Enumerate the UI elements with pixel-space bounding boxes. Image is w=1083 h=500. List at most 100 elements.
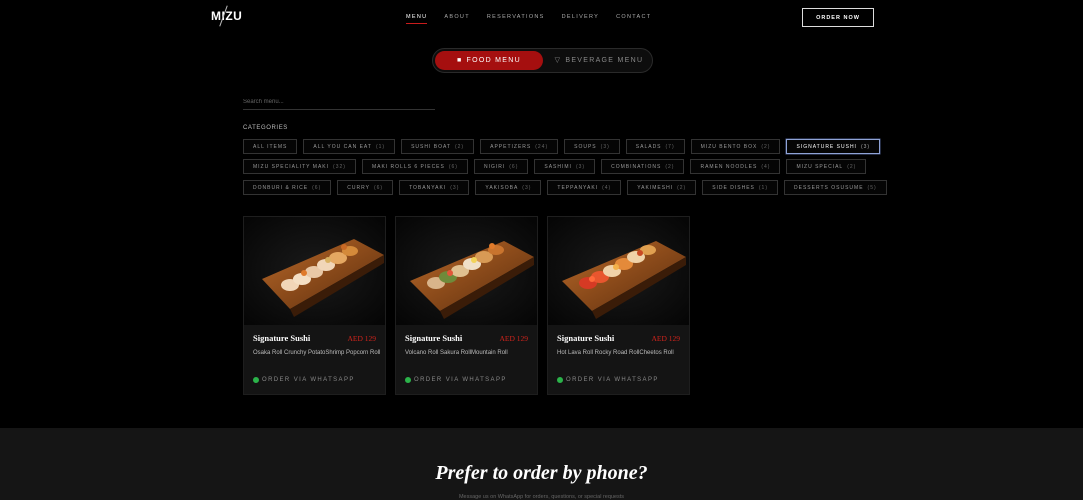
chip-label: DESSERTS OSUSUME: [794, 184, 864, 191]
chip-count: (2): [847, 163, 857, 170]
chip-label: MIZU BENTO BOX: [700, 143, 758, 150]
nav-contact[interactable]: CONTACT: [616, 14, 651, 20]
chip-label: SIGNATURE SUSHI: [796, 143, 857, 150]
chip-label: SALADS: [635, 143, 662, 150]
chip-count: (2): [761, 143, 771, 150]
chip-label: RAMEN NOODLES: [700, 163, 758, 170]
category-chip[interactable]: TOBANYAKI (3): [399, 180, 470, 195]
category-chip[interactable]: SUSHI BOAT (2): [401, 139, 475, 154]
nav-about[interactable]: ABOUT: [444, 14, 469, 20]
category-chip[interactable]: RAMEN NOODLES (4): [690, 159, 781, 174]
categories-title: CATEGORIES: [243, 125, 288, 131]
category-chip[interactable]: ALL ITEMS: [243, 139, 298, 154]
whatsapp-icon: [253, 377, 259, 383]
category-chip[interactable]: DONBURI & RICE (6): [243, 180, 332, 195]
chip-label: SUSHI BOAT: [411, 143, 451, 150]
category-chip[interactable]: COMBINATIONS (2): [601, 159, 685, 174]
item-name: Signature Sushi: [405, 333, 463, 343]
category-chip[interactable]: ALL YOU CAN EAT (1): [303, 139, 396, 154]
category-chip[interactable]: YAKISOBA (3): [475, 180, 542, 195]
item-description: Osaka Roll Crunchy PotatoShrimp Popcorn …: [253, 350, 381, 356]
food-menu-label: FOOD MENU: [466, 57, 521, 64]
sushi-boat-image: [396, 217, 537, 325]
category-chip[interactable]: SALADS (7): [625, 139, 685, 154]
phone-order-subtext: Message us on WhatsApp for orders, quest…: [458, 494, 625, 500]
sushi-boat-image: [548, 217, 689, 325]
item-price: AED 129: [347, 334, 376, 343]
chip-label: CURRY: [347, 184, 370, 191]
category-chip[interactable]: SASHIMI (3): [534, 159, 596, 174]
category-chip[interactable]: CURRY (6): [337, 180, 394, 195]
chip-count: (5): [867, 184, 877, 191]
menu-toggle: ■ FOOD MENU ▽ BEVERAGE MENU: [432, 48, 653, 73]
chip-count: (1): [375, 143, 386, 150]
category-chip[interactable]: TEPPANYAKI (4): [547, 180, 622, 195]
order-whatsapp-link[interactable]: ORDER VIA WHATSAPP: [557, 377, 659, 383]
item-description: Hot Lava Roll Rocky Road RollCheetos Rol…: [557, 350, 674, 356]
food-menu-tab[interactable]: ■ FOOD MENU: [435, 51, 543, 70]
order-whatsapp-label: ORDER VIA WHATSAPP: [414, 377, 507, 383]
chip-label: SIDE DISHES: [712, 184, 755, 191]
category-chip[interactable]: NIGIRI (6): [473, 159, 529, 174]
whatsapp-icon: [405, 377, 411, 383]
chip-label: SASHIMI: [544, 163, 572, 170]
chip-label: NIGIRI: [483, 163, 506, 170]
chip-count: (2): [454, 143, 465, 150]
chip-label: YAKIMESHI: [637, 184, 674, 191]
category-chip[interactable]: SIDE DISHES (1): [702, 180, 779, 195]
chip-count: (6): [509, 163, 519, 170]
logo[interactable]: MIZU: [211, 5, 242, 27]
chip-count: (24): [535, 143, 549, 150]
item-name: Signature Sushi: [253, 333, 311, 343]
chip-count: (3): [450, 184, 460, 191]
chip-label: DONBURI & RICE: [253, 184, 309, 191]
chip-label: APPETIZERS: [490, 143, 532, 150]
nav-menu[interactable]: MENU: [406, 14, 428, 24]
chip-count: (3): [860, 143, 871, 150]
category-chip[interactable]: DESSERTS OSUSUME (5): [784, 180, 887, 195]
category-chip[interactable]: MIZU BENTO BOX (2): [690, 139, 781, 154]
nav-reservations[interactable]: RESERVATIONS: [487, 14, 545, 20]
chip-label: YAKISOBA: [485, 184, 519, 191]
item-description: Volcano Roll Sakura RollMountain Roll: [405, 350, 508, 356]
menu-item-card[interactable]: Signature Sushi AED 129 Hot Lava Roll Ro…: [547, 216, 690, 395]
menu-item-card[interactable]: Signature Sushi AED 129 Osaka Roll Crunc…: [243, 216, 386, 395]
category-chip[interactable]: APPETIZERS (24): [480, 139, 559, 154]
chip-label: SOUPS: [574, 143, 597, 150]
menu-item-card[interactable]: Signature Sushi AED 129 Volcano Roll Sak…: [395, 216, 538, 395]
category-chip-active[interactable]: SIGNATURE SUSHI (3): [786, 139, 881, 154]
bowl-icon: ■: [456, 57, 463, 64]
chip-count: (6): [373, 184, 384, 191]
category-chip[interactable]: MIZU SPECIALITY MAKI (32): [243, 159, 356, 174]
main-nav: MENU ABOUT RESERVATIONS DELIVERY CONTACT: [406, 14, 668, 24]
item-name: Signature Sushi: [557, 333, 615, 343]
category-chip[interactable]: SOUPS (3): [564, 139, 620, 154]
chip-count: (4): [602, 184, 612, 191]
sushi-boat-image: [244, 217, 385, 325]
chip-count: (3): [522, 184, 532, 191]
search-input[interactable]: [243, 94, 435, 110]
category-chip[interactable]: MAKI ROLLS 6 PIECES (6): [361, 159, 468, 174]
order-now-button[interactable]: ORDER NOW: [802, 8, 874, 27]
nav-delivery[interactable]: DELIVERY: [562, 14, 600, 20]
category-chip[interactable]: MIZU SPECIAL (2): [786, 159, 867, 174]
order-whatsapp-link[interactable]: ORDER VIA WHATSAPP: [253, 377, 355, 383]
chip-label: ALL YOU CAN EAT: [313, 143, 372, 150]
whatsapp-icon: [557, 377, 563, 383]
chip-count: (3): [600, 143, 610, 150]
chip-label: MIZU SPECIALITY MAKI: [253, 163, 330, 170]
chip-label: TEPPANYAKI: [557, 184, 599, 191]
chip-count: (2): [677, 184, 687, 191]
category-row-3: DONBURI & RICE (6) CURRY (6) TOBANYAKI (3) …: [243, 180, 887, 195]
chip-label: MIZU SPECIAL: [796, 163, 844, 170]
site-header: MIZU MENU ABOUT RESERVATIONS DELIVERY CO…: [0, 0, 1083, 36]
order-whatsapp-link[interactable]: ORDER VIA WHATSAPP: [405, 377, 507, 383]
chip-count: (7): [665, 143, 675, 150]
glass-icon: ▽: [554, 57, 562, 64]
beverage-menu-tab[interactable]: ▽ BEVERAGE MENU: [547, 51, 651, 70]
category-row-1: ALL ITEMS ALL YOU CAN EAT (1) SUSHI BOAT(…: [243, 139, 881, 154]
chip-label: TOBANYAKI: [409, 184, 447, 191]
item-price: AED 129: [651, 334, 680, 343]
item-price: AED 129: [499, 334, 528, 343]
category-chip[interactable]: YAKIMESHI (2): [627, 180, 697, 195]
